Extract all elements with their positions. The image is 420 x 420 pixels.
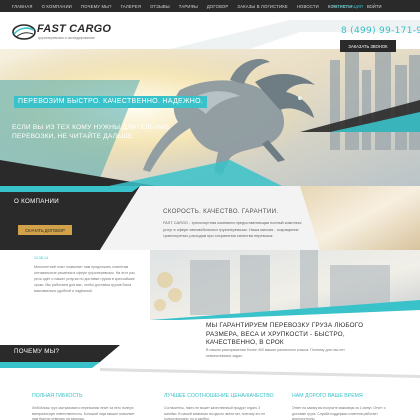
register-link[interactable]: Регистрация <box>332 0 363 12</box>
about-title: О компании <box>14 198 59 205</box>
news-date: 12.08.14 <box>34 256 48 260</box>
guarantee-text: В нашем распоряжении более 400 машин раз… <box>206 348 345 358</box>
nav-item-contract[interactable]: Договор <box>207 4 229 9</box>
nav-item-why[interactable]: Почему мы? <box>81 4 112 9</box>
site-header: FAST CARGO грузоперевозки и экспедирован… <box>0 12 420 52</box>
login-link[interactable]: Войти <box>367 0 382 12</box>
feature-text-time: Ответ на заявку вы получите максимум за … <box>292 406 386 420</box>
order-call-button[interactable]: Заказать звонок <box>340 40 396 52</box>
feature-text-flexibility: Любой ваш груз застрахован и перевозчик … <box>32 406 135 420</box>
guarantee-title: Мы гарантируем перевозку груза любого ра… <box>206 322 364 347</box>
feature-text-price-quality: Согласитесь, никто не может качественный… <box>164 406 266 420</box>
why-us-title: Почему мы? <box>14 348 60 355</box>
logo[interactable]: FAST CARGO грузоперевозки и экспедирован… <box>12 22 111 46</box>
feature-title-flexibility: Полная гибкость <box>32 393 83 399</box>
top-navigation: Главная О компании Почему мы? Галерея От… <box>0 0 420 12</box>
speed-quality-title: Скорость. Качество. Гарантии. <box>163 208 279 215</box>
speed-quality-text: FAST CARGO - транспортная компания предо… <box>163 220 302 238</box>
about-band-background <box>0 186 420 250</box>
hero-banner: Перевозим быстро. Качественно. Надежно. … <box>0 40 420 190</box>
feature-title-time: Нам дорого ваше время <box>292 393 363 399</box>
hero-text-line-1: Если вы из тех кому нужны длительные <box>12 124 170 131</box>
about-text: Многолетний опыт позволяет нам предложит… <box>34 265 135 293</box>
nav-item-news[interactable]: Новости <box>297 4 319 9</box>
logo-globe-icon <box>12 24 36 40</box>
hero-background <box>0 40 420 190</box>
nav-item-reviews[interactable]: Отзывы <box>150 4 170 9</box>
hero-text-line-2: перевозки, не читайте дальше <box>12 133 133 140</box>
hero-slogan: Перевозим быстро. Качественно. Надежно. <box>14 96 208 108</box>
phone-number: 8 (499) 99-171-99 <box>341 26 420 36</box>
logo-subtitle: грузоперевозки и экспедирование <box>38 36 95 40</box>
nav-item-home[interactable]: Главная <box>12 4 33 9</box>
feature-title-price-quality: Лучшее соотношение цена/качество <box>164 393 274 399</box>
nav-item-about[interactable]: О компании <box>42 4 72 9</box>
logo-title: FAST CARGO <box>37 23 112 35</box>
nav-item-tariffs[interactable]: Тарифы <box>179 4 198 9</box>
nav-item-gallery[interactable]: Галерея <box>121 4 141 9</box>
download-contract-button[interactable]: Скачать договор <box>18 225 72 235</box>
nav-item-logistics[interactable]: Заказы в логистике <box>237 4 287 9</box>
